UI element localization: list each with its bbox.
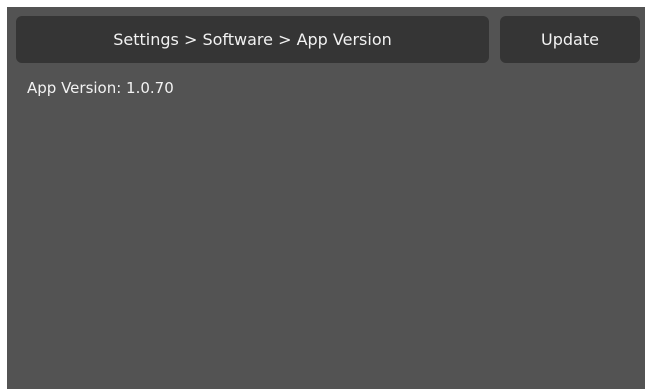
update-button[interactable]: Update [500, 16, 640, 63]
update-button-label: Update [541, 30, 599, 49]
breadcrumb: Settings > Software > App Version [16, 16, 489, 63]
app-screen: Settings > Software > App Version Update… [7, 7, 645, 389]
app-version-text: App Version: 1.0.70 [27, 79, 174, 97]
breadcrumb-text: Settings > Software > App Version [113, 30, 392, 49]
